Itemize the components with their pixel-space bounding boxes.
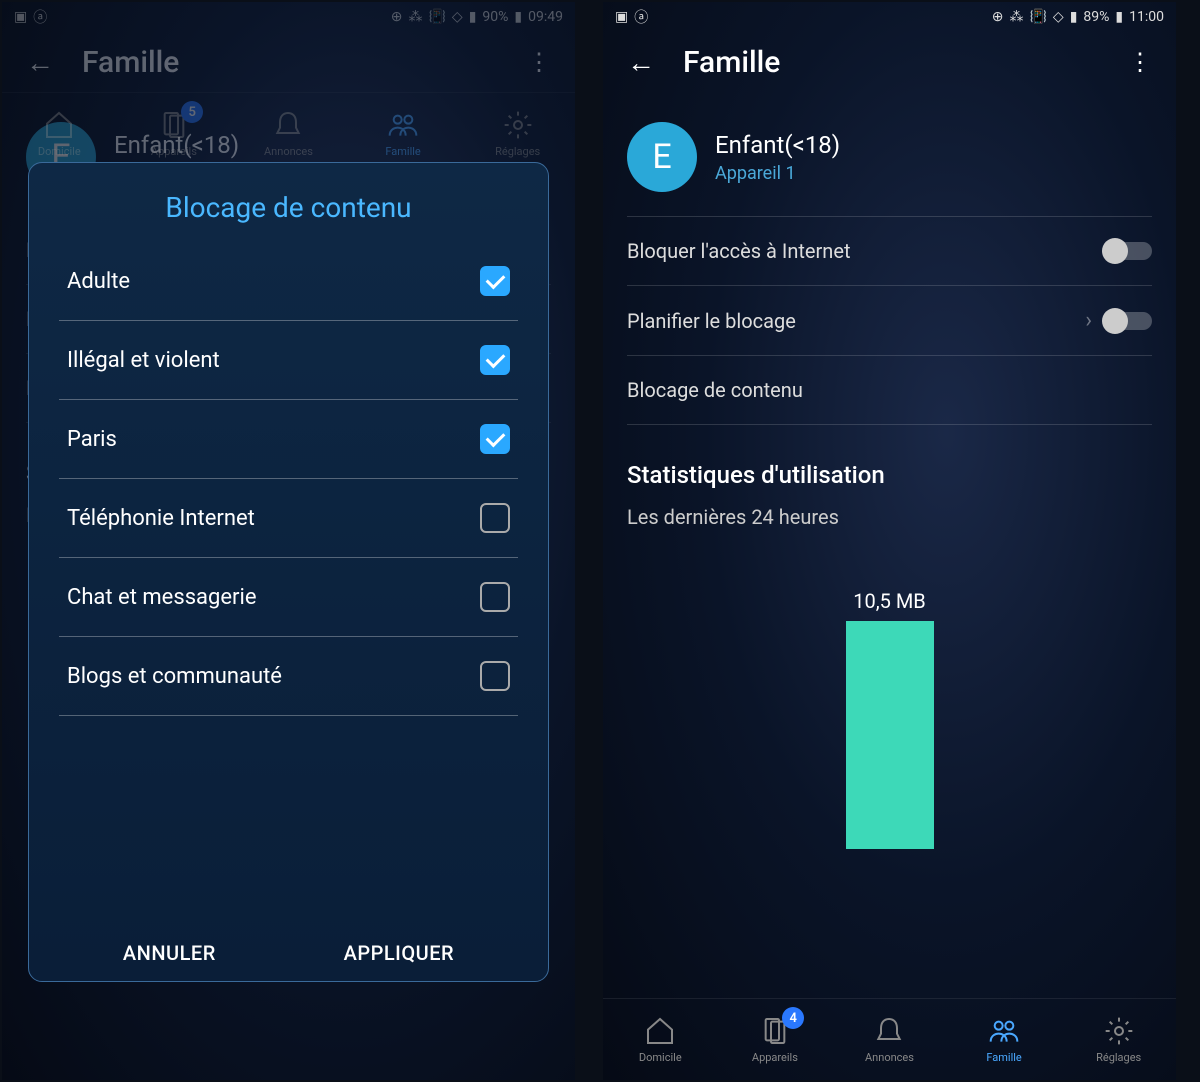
signal-icon: ▮ — [1070, 9, 1078, 25]
nav-label: Annonces — [264, 145, 313, 158]
vibrate-icon: 📳 — [428, 9, 445, 25]
phone-right: ▣ ⓐ ⊕ ⁂ 📳 ◇ ▮ 89% ▮ 11:00 ← Famille ⋮ E … — [603, 2, 1176, 1080]
accessibility-icon: ⓐ — [33, 7, 47, 27]
add-icon: ⊕ — [391, 9, 403, 25]
bluetooth-icon: ⁂ — [408, 9, 422, 25]
nav-label: Annonces — [865, 1051, 914, 1064]
nav-item-annonces[interactable]: Annonces — [832, 999, 947, 1080]
phone-left: ▣ ⓐ ⊕ ⁂ 📳 ◇ ▮ 90% ▮ 09:49 ← Famille ⋮ E … — [2, 2, 575, 1080]
clock: 09:49 — [528, 9, 563, 25]
profile-device: Appareil 1 — [715, 163, 840, 184]
usage-chart: 10,5 MB — [627, 579, 1152, 849]
option-row[interactable]: Adulte — [59, 242, 518, 321]
nav-badge: 5 — [181, 101, 203, 123]
chevron-right-icon[interactable]: › — [1085, 308, 1092, 333]
option-row[interactable]: Téléphonie Internet — [59, 479, 518, 558]
nav-label: Famille — [986, 1051, 1021, 1064]
option-label: Adulte — [67, 269, 130, 294]
nav-label: Domicile — [38, 145, 81, 158]
option-list: Adulte Illégal et violent Paris Téléphonie … — [59, 242, 518, 903]
nav-label: Réglages — [1096, 1051, 1141, 1064]
battery-icon: ▮ — [514, 9, 522, 25]
setting-schedule-block[interactable]: Planifier le blocage › — [627, 286, 1152, 356]
toggle-internet[interactable] — [1104, 242, 1152, 260]
dialog-title: Blocage de contenu — [59, 191, 518, 224]
battery-icon: ▮ — [1115, 9, 1123, 25]
nav-item-domicile[interactable]: Domicile — [603, 999, 718, 1080]
nav-label: Domicile — [639, 1051, 682, 1064]
bluetooth-icon: ⁂ — [1009, 9, 1023, 25]
nav-item-famille[interactable]: Famille — [947, 999, 1062, 1080]
page-title: Famille — [683, 45, 1100, 80]
option-row[interactable]: Chat et messagerie — [59, 558, 518, 637]
option-row[interactable]: Blogs et communauté — [59, 637, 518, 716]
checkbox[interactable] — [480, 345, 510, 375]
setting-content-block[interactable]: Blocage de contenu — [627, 356, 1152, 425]
back-icon[interactable]: ← — [26, 46, 54, 79]
option-label: Blogs et communauté — [67, 664, 282, 689]
signal-icon: ▮ — [469, 9, 477, 25]
nav-badge: 4 — [782, 1007, 804, 1029]
wifi-icon: ◇ — [452, 9, 463, 25]
page-title: Famille — [82, 45, 499, 80]
option-label: Téléphonie Internet — [67, 506, 255, 531]
gallery-icon: ▣ — [14, 9, 27, 25]
vibrate-icon: 📳 — [1029, 9, 1046, 25]
apply-button[interactable]: APPLIQUER — [344, 941, 455, 965]
more-icon[interactable]: ⋮ — [527, 48, 551, 76]
option-row[interactable]: Illégal et violent — [59, 321, 518, 400]
bar-value-label: 10,5 MB — [846, 589, 934, 613]
add-icon: ⊕ — [992, 9, 1004, 25]
gallery-icon: ▣ — [615, 9, 628, 25]
clock: 11:00 — [1129, 9, 1164, 25]
nav-label: Famille — [385, 145, 420, 158]
setting-label: Planifier le blocage — [627, 309, 796, 333]
bottom-nav: Domicile Appareils 4 Annonces Famille Réglage… — [603, 998, 1176, 1080]
checkbox[interactable] — [480, 266, 510, 296]
usage-bar — [846, 621, 934, 849]
nav-label: Réglages — [495, 145, 540, 158]
nav-item-appareils[interactable]: Appareils 4 — [718, 999, 833, 1080]
status-bar: ▣ ⓐ ⊕ ⁂ 📳 ◇ ▮ 89% ▮ 11:00 — [603, 2, 1176, 32]
nav-label: Appareils — [752, 1051, 798, 1064]
status-bar: ▣ ⓐ ⊕ ⁂ 📳 ◇ ▮ 90% ▮ 09:49 — [2, 2, 575, 32]
checkbox[interactable] — [480, 582, 510, 612]
option-label: Paris — [67, 427, 117, 452]
profile-name: Enfant(<18) — [715, 131, 840, 159]
checkbox[interactable] — [480, 661, 510, 691]
wifi-icon: ◇ — [1053, 9, 1064, 25]
stats-subtitle: Les dernières 24 heures — [627, 505, 1152, 529]
checkbox[interactable] — [480, 503, 510, 533]
avatar[interactable]: E — [627, 122, 697, 192]
cancel-button[interactable]: ANNULER — [123, 941, 216, 965]
battery-percent: 90% — [482, 9, 508, 25]
content-block-dialog: Blocage de contenu Adulte Illégal et viol… — [28, 162, 549, 982]
stats-title: Statistiques d'utilisation — [627, 461, 1152, 489]
setting-label: Blocage de contenu — [627, 378, 803, 402]
option-label: Illégal et violent — [67, 348, 220, 373]
more-icon[interactable]: ⋮ — [1128, 48, 1152, 76]
checkbox[interactable] — [480, 424, 510, 454]
setting-block-internet[interactable]: Bloquer l'accès à Internet — [627, 217, 1152, 286]
accessibility-icon: ⓐ — [634, 7, 648, 27]
option-row[interactable]: Paris — [59, 400, 518, 479]
toggle-schedule[interactable] — [1104, 312, 1152, 330]
app-bar: ← Famille ⋮ — [2, 32, 575, 92]
app-bar: ← Famille ⋮ — [603, 32, 1176, 92]
nav-item-réglages[interactable]: Réglages — [1061, 999, 1176, 1080]
option-label: Chat et messagerie — [67, 585, 257, 610]
setting-label: Bloquer l'accès à Internet — [627, 239, 851, 263]
back-icon[interactable]: ← — [627, 46, 655, 79]
main-content: E Enfant(<18) Appareil 1 Bloquer l'accès… — [603, 92, 1176, 998]
battery-percent: 89% — [1083, 9, 1109, 25]
nav-label: Appareils — [151, 145, 197, 158]
